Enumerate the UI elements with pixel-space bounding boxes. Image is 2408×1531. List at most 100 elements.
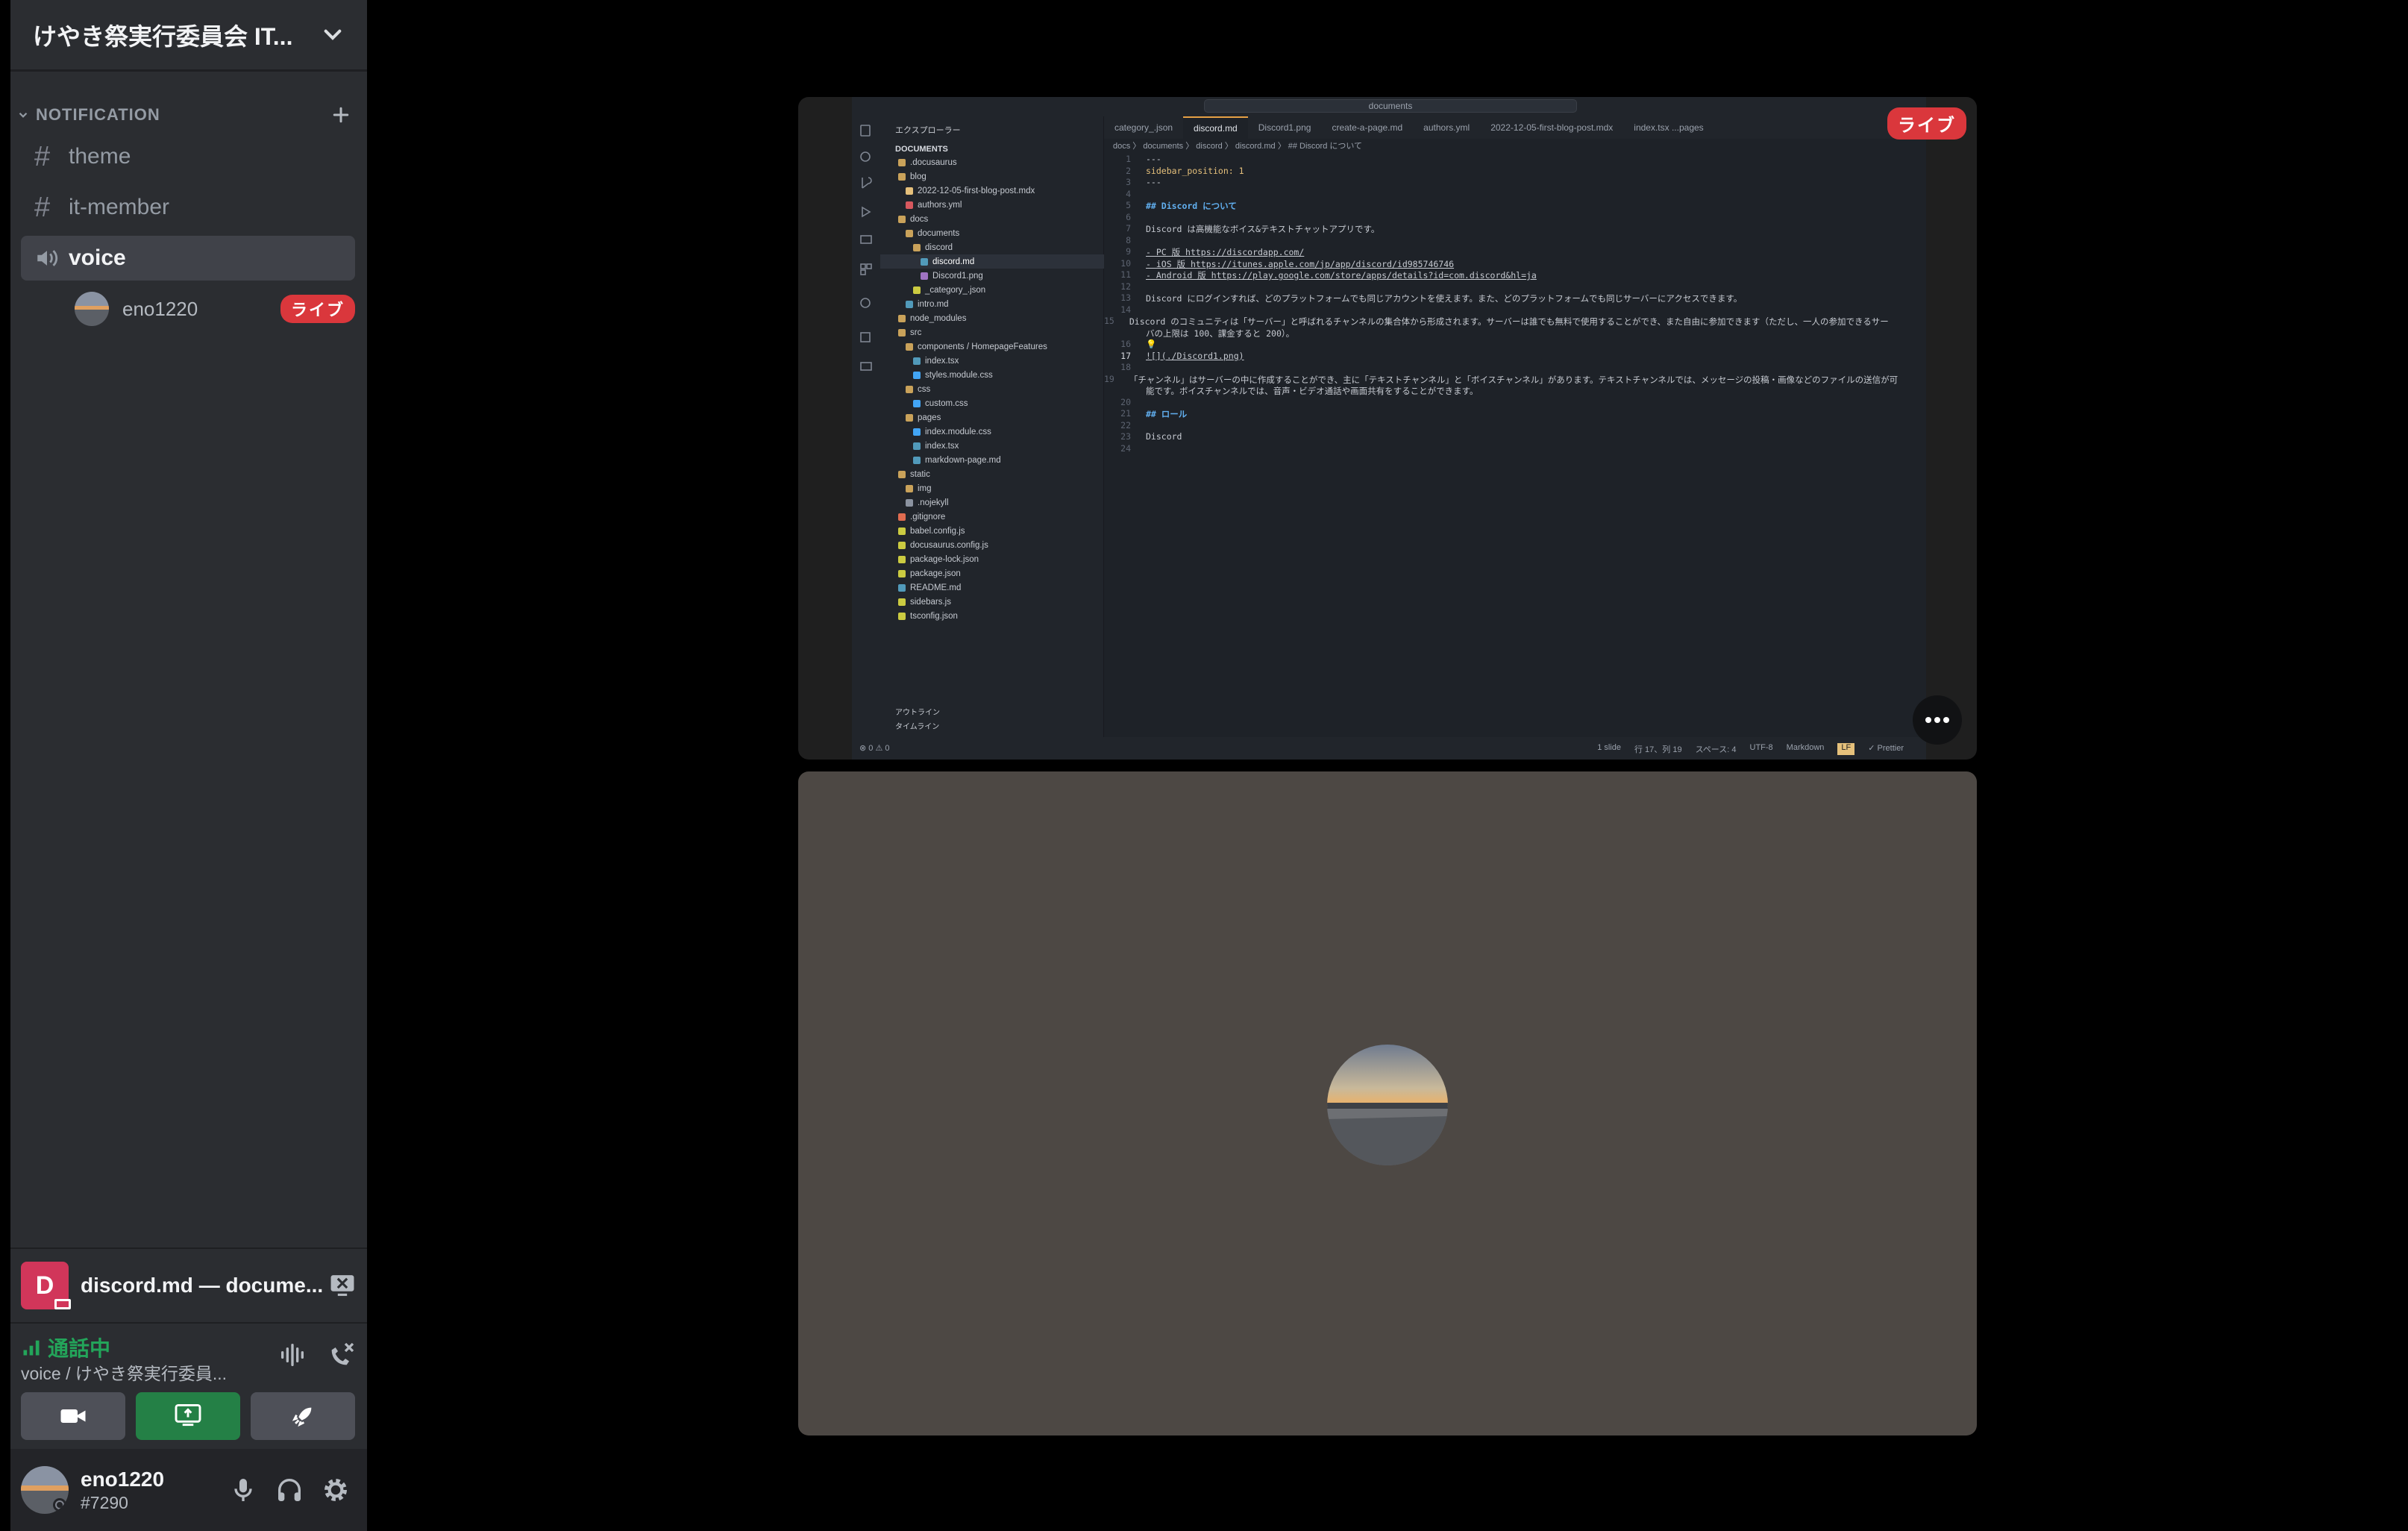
screen-share-tile[interactable]: documents エクスプローラー DOCUMENTS .docusaurus…	[798, 97, 1977, 760]
vscode-status-bar: ⊗ 0 ⚠ 0 1 slide 行 17、列 19 スペース: 4 UTF-8 …	[852, 737, 1926, 760]
tree-file[interactable]: discord.md	[880, 254, 1104, 269]
tree-file[interactable]: docusaurus.config.js	[880, 538, 1104, 552]
tree-folder[interactable]: blog	[880, 169, 1104, 184]
gear-icon[interactable]	[321, 1475, 351, 1505]
tree-file[interactable]: authors.yml	[880, 198, 1104, 212]
connection-status[interactable]: 通話中	[21, 1333, 110, 1362]
tree-file[interactable]: tsconfig.json	[880, 609, 1104, 623]
stop-streaming-icon[interactable]	[328, 1273, 357, 1298]
tree-folder[interactable]: img	[880, 481, 1104, 495]
activity-button[interactable]	[251, 1392, 355, 1440]
code-text: Discord にログインすれば、どのプラットフォームでも同じアカウントを使えま…	[1146, 293, 1743, 304]
line-number: 22	[1120, 419, 1131, 431]
channel-voice[interactable]: voice	[21, 236, 355, 281]
tree-folder[interactable]: components / HomepageFeatures	[880, 339, 1104, 354]
tree-label: README.md	[910, 583, 962, 592]
tree-folder[interactable]: .docusaurus	[880, 155, 1104, 169]
tree-file[interactable]: styles.module.css	[880, 368, 1104, 382]
code-line: 12	[1104, 281, 1850, 293]
channel-theme[interactable]: # theme	[21, 134, 355, 179]
editor-tab[interactable]: 2022-12-05-first-blog-post.mdx	[1480, 116, 1623, 139]
tree-file[interactable]: .nojekyll	[880, 495, 1104, 510]
tree-file[interactable]: sidebars.js	[880, 595, 1104, 609]
tree-folder[interactable]: css	[880, 382, 1104, 396]
category-label: NOTIFICATION	[36, 105, 160, 124]
connection-channel-link[interactable]: voice / けやき祭実行委員...	[21, 1359, 245, 1385]
line-number: 24	[1120, 442, 1131, 454]
tree-file[interactable]: .gitignore	[880, 510, 1104, 524]
code-text: ![](./Discord1.png)	[1146, 350, 1244, 361]
status-item: 1 slide	[1597, 743, 1621, 752]
category-notification[interactable]: NOTIFICATION	[10, 101, 367, 128]
avatar[interactable]	[21, 1466, 69, 1514]
disconnect-icon[interactable]	[327, 1340, 357, 1370]
line-number: 19	[1104, 373, 1114, 384]
editor-tab[interactable]: authors.yml	[1413, 116, 1480, 139]
server-header[interactable]: けやき祭実行委員会 IT...	[10, 0, 367, 72]
stream-app-icon: D	[21, 1262, 71, 1309]
status-item: スペース: 4	[1695, 745, 1737, 754]
folder-icon	[906, 385, 913, 393]
participant-tile[interactable]	[798, 771, 1977, 1435]
speaker-icon	[37, 250, 58, 266]
code-text: 能です。ボイスチャンネルでは、音声・ビデオ通話や画面共有をすることができます。	[1146, 386, 1479, 396]
noise-suppression-icon[interactable]	[278, 1340, 307, 1370]
tree-folder[interactable]: pages	[880, 410, 1104, 425]
stream-panel: D discord.md — docume...	[10, 1247, 367, 1322]
screen-share-button[interactable]	[136, 1392, 240, 1440]
tree-label: index.tsx	[925, 356, 959, 366]
camera-button[interactable]	[21, 1392, 125, 1440]
hashtag-icon: #	[34, 140, 51, 172]
code-editor: 1 --- 2 sidebar_position: 1 3 --- 4 5 ## Discord…	[1104, 154, 1898, 737]
tree-file[interactable]: 2022-12-05-first-blog-post.mdx	[880, 184, 1104, 198]
file-icon	[906, 300, 913, 308]
line-number	[1104, 385, 1146, 397]
tree-folder[interactable]: node_modules	[880, 311, 1104, 325]
tree-file[interactable]: README.md	[880, 580, 1104, 595]
tree-file[interactable]: index.tsx	[880, 354, 1104, 368]
tree-label: src	[910, 328, 922, 337]
channel-it-member[interactable]: # it-member	[21, 185, 355, 230]
tree-file[interactable]: package-lock.json	[880, 552, 1104, 566]
line-number: 7	[1126, 223, 1131, 234]
tree-file[interactable]: custom.css	[880, 396, 1104, 410]
tree-label: intro.md	[918, 299, 949, 309]
tree-folder[interactable]: documents	[880, 226, 1104, 240]
tree-folder[interactable]: docs	[880, 212, 1104, 226]
tree-folder[interactable]: discord	[880, 240, 1104, 254]
username: eno1220	[81, 1467, 165, 1491]
tree-file[interactable]: babel.config.js	[880, 524, 1104, 538]
code-line: 13 Discord にログインすれば、どのプラットフォームでも同じアカウントを使…	[1104, 292, 1850, 304]
headphones-icon[interactable]	[275, 1475, 304, 1505]
more-options-button[interactable]	[1913, 695, 1962, 745]
folder-icon	[898, 314, 906, 322]
code-line: 3 ---	[1104, 177, 1850, 189]
editor-tab[interactable]: discord.md	[1183, 116, 1248, 139]
tree-file[interactable]: _category_.json	[880, 283, 1104, 297]
add-channel-icon[interactable]	[330, 104, 352, 126]
tree-file[interactable]: Discord1.png	[880, 269, 1104, 283]
editor-tab[interactable]: index.tsx ...pages	[1623, 116, 1713, 139]
microphone-icon[interactable]	[228, 1475, 258, 1505]
tree-file[interactable]: index.module.css	[880, 425, 1104, 439]
code-text: ## Discord について	[1146, 201, 1237, 211]
tree-file[interactable]: package.json	[880, 566, 1104, 580]
line-number: 18	[1120, 362, 1131, 372]
tree-file[interactable]: markdown-page.md	[880, 453, 1104, 467]
code-line: 能です。ボイスチャンネルでは、音声・ビデオ通話や画面共有をすることができます。	[1104, 385, 1850, 397]
code-line: 11 - Android 版 https://play.google.com/st…	[1104, 269, 1850, 281]
editor-tabs: category_.json discord.md Discord1.png crea…	[1104, 116, 1926, 139]
tree-folder[interactable]: static	[880, 467, 1104, 481]
editor-tab[interactable]: create-a-page.md	[1321, 116, 1413, 139]
voice-member[interactable]: eno1220 ライブ	[75, 289, 355, 328]
avatar	[75, 292, 109, 326]
tree-folder[interactable]: src	[880, 325, 1104, 339]
tree-file[interactable]: intro.md	[880, 297, 1104, 311]
code-line: 6	[1104, 212, 1850, 224]
tree-file[interactable]: index.tsx	[880, 439, 1104, 453]
tree-label: sidebars.js	[910, 597, 951, 607]
editor-tab[interactable]: Discord1.png	[1248, 116, 1322, 139]
editor-tab[interactable]: category_.json	[1104, 116, 1183, 139]
line-number: 4	[1126, 188, 1131, 199]
line-number: 21	[1120, 408, 1131, 419]
